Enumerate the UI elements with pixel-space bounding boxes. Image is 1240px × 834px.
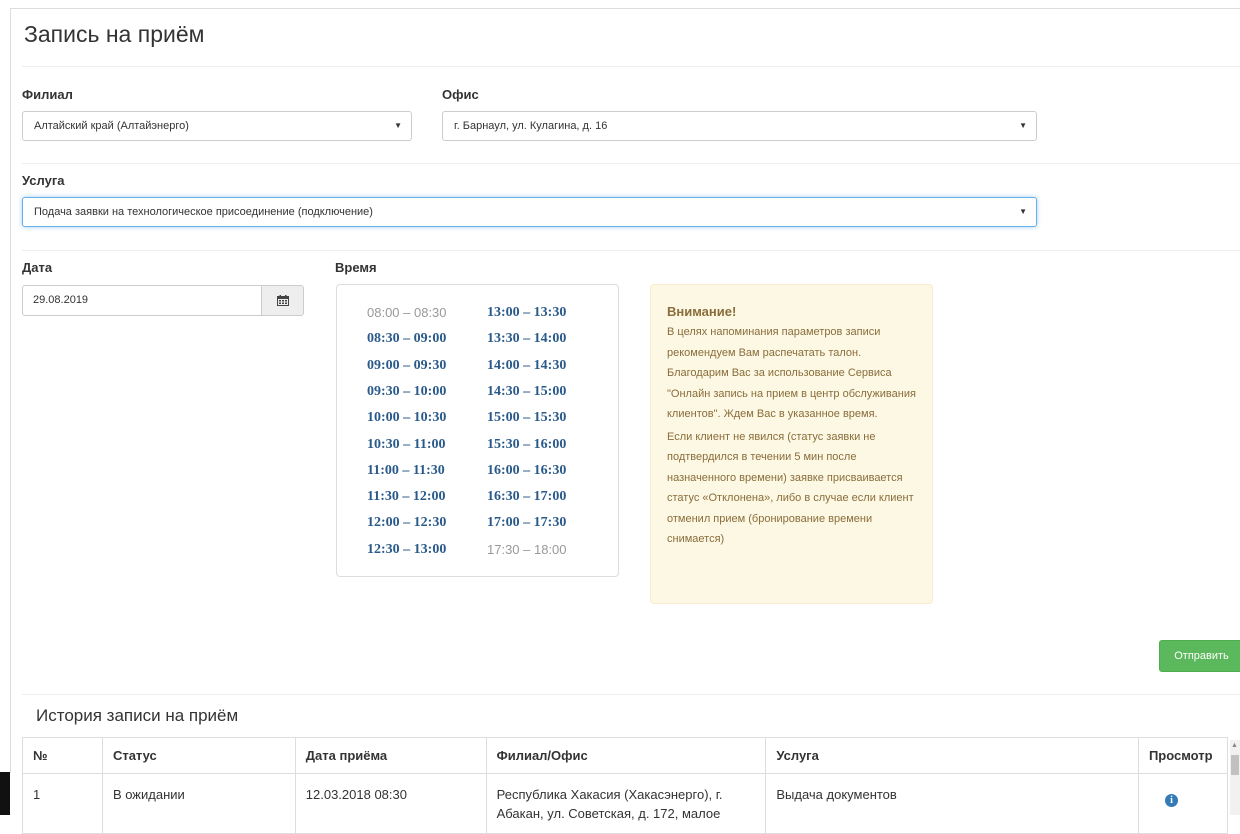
cell-view: i bbox=[1137, 773, 1229, 834]
filial-select[interactable]: Алтайский край (Алтайэнерго) ▼ bbox=[22, 111, 412, 141]
frame-border-top bbox=[10, 8, 1240, 9]
notice-paragraph: В целях напоминания параметров записи ре… bbox=[667, 326, 916, 420]
date-field-value: 29.08.2019 bbox=[33, 294, 89, 306]
time-slot[interactable]: 11:30 – 12:00 bbox=[367, 489, 446, 505]
time-slot-panel: 08:00 – 08:30 08:30 – 09:00 09:00 – 09:30 0… bbox=[336, 284, 619, 577]
time-slot[interactable]: 14:00 – 14:30 bbox=[487, 358, 566, 374]
filial-select-value: Алтайский край (Алтайэнерго) bbox=[34, 120, 189, 132]
office-select[interactable]: г. Барнаул, ул. Кулагина, д. 16 ▼ bbox=[442, 111, 1037, 141]
time-slot[interactable]: 16:00 – 16:30 bbox=[487, 463, 566, 479]
time-slot[interactable]: 11:00 – 11:30 bbox=[367, 463, 445, 479]
col-header-number: № bbox=[22, 737, 103, 774]
scrollbar-thumb[interactable] bbox=[1231, 755, 1239, 775]
history-title: История записи на приём bbox=[36, 706, 239, 725]
history-table: № Статус Дата приёма Филиал/Офис Услуга … bbox=[22, 737, 1229, 834]
window-edge bbox=[0, 772, 10, 815]
divider bbox=[22, 250, 1240, 251]
service-select[interactable]: Подача заявки на технологическое присоед… bbox=[22, 197, 1037, 227]
time-slot[interactable]: 10:00 – 10:30 bbox=[367, 410, 446, 426]
office-label: Офис bbox=[442, 87, 479, 102]
time-slot[interactable]: 10:30 – 11:00 bbox=[367, 437, 446, 453]
table-row: 1 В ожидании 12.03.2018 08:30 Республика… bbox=[22, 773, 1229, 834]
calendar-button[interactable] bbox=[261, 286, 303, 315]
notice-title: Внимание! bbox=[667, 304, 737, 319]
scrollbar[interactable] bbox=[1230, 740, 1240, 815]
time-slot[interactable]: 08:30 – 09:00 bbox=[367, 331, 446, 347]
date-field[interactable]: 29.08.2019 bbox=[22, 285, 304, 316]
time-slot: 08:00 – 08:30 bbox=[367, 305, 447, 320]
time-slot[interactable]: 14:30 – 15:00 bbox=[487, 384, 566, 400]
chevron-down-icon: ▼ bbox=[1019, 121, 1027, 130]
service-select-value: Подача заявки на технологическое присоед… bbox=[34, 206, 373, 218]
info-icon[interactable]: i bbox=[1164, 794, 1178, 807]
cell-number: 1 bbox=[22, 773, 103, 834]
frame-border-left bbox=[10, 8, 11, 773]
time-slot[interactable]: 09:30 – 10:00 bbox=[367, 384, 446, 400]
time-slot[interactable]: 17:00 – 17:30 bbox=[487, 515, 566, 531]
chevron-down-icon: ▼ bbox=[394, 121, 402, 130]
table-header-row: № Статус Дата приёма Филиал/Офис Услуга … bbox=[22, 737, 1229, 774]
calendar-icon bbox=[277, 295, 289, 306]
col-header-service: Услуга bbox=[765, 737, 1139, 774]
time-slot[interactable]: 15:30 – 16:00 bbox=[487, 437, 566, 453]
time-slot[interactable]: 09:00 – 09:30 bbox=[367, 358, 446, 374]
filial-label: Филиал bbox=[22, 87, 73, 102]
service-label: Услуга bbox=[22, 173, 65, 188]
col-header-view: Просмотр bbox=[1137, 737, 1229, 774]
time-slot[interactable]: 12:30 – 13:00 bbox=[367, 542, 446, 558]
cell-office: Республика Хакасия (Хакасэнерго), г. Аба… bbox=[485, 773, 767, 834]
time-slot: 17:30 – 18:00 bbox=[487, 541, 567, 557]
time-slot[interactable]: 12:00 – 12:30 bbox=[367, 515, 446, 531]
scroll-up-icon[interactable]: ▲ bbox=[1231, 742, 1238, 749]
col-header-status: Статус bbox=[101, 737, 296, 774]
page-title: Запись на приём bbox=[24, 21, 205, 47]
notice-alert: Внимание! В целях напоминания параметров… bbox=[650, 284, 933, 604]
notice-paragraph: Если клиент не явился (статус заявки не … bbox=[667, 430, 914, 546]
time-slot[interactable]: 13:30 – 14:00 bbox=[487, 331, 566, 347]
date-label: Дата bbox=[22, 260, 53, 275]
col-header-office: Филиал/Офис bbox=[485, 737, 767, 774]
cell-status: В ожидании bbox=[101, 773, 296, 834]
col-header-date: Дата приёма bbox=[294, 737, 487, 774]
divider bbox=[22, 66, 1240, 67]
time-slot[interactable]: 15:00 – 15:30 bbox=[487, 410, 566, 426]
time-slot[interactable]: 16:30 – 17:00 bbox=[487, 489, 566, 505]
divider bbox=[22, 163, 1240, 164]
office-select-value: г. Барнаул, ул. Кулагина, д. 16 bbox=[454, 120, 608, 132]
time-label: Время bbox=[335, 260, 377, 275]
cell-service: Выдача документов bbox=[765, 773, 1139, 834]
time-slot[interactable]: 13:00 – 13:30 bbox=[487, 305, 566, 321]
divider bbox=[22, 694, 1240, 695]
cell-date: 12.03.2018 08:30 bbox=[294, 773, 487, 834]
chevron-down-icon: ▼ bbox=[1019, 207, 1027, 216]
submit-button[interactable]: Отправить bbox=[1159, 640, 1240, 672]
